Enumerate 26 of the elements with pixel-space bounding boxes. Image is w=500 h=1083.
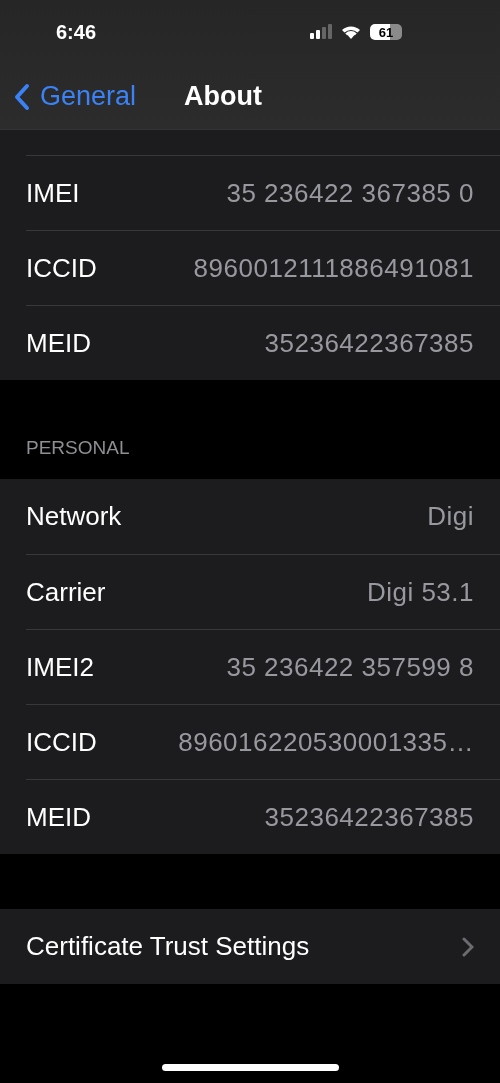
battery-percent: 61 — [378, 24, 394, 40]
row-value: 896016220530001335… — [178, 726, 474, 758]
row-value: 35 236422 357599 8 — [226, 651, 474, 683]
row-value: 35236422367385 — [264, 801, 474, 833]
section-header: PERSONAL — [25, 437, 131, 460]
row-value: 35 236422 367385 0 — [226, 177, 474, 209]
row-value: Digi 53.1 — [366, 576, 474, 608]
row-label: Certificate Trust Settings — [26, 931, 310, 962]
row-label: ICCID — [26, 726, 97, 758]
row-label: Network — [26, 501, 122, 532]
chevron-left-icon — [14, 82, 30, 111]
row-label: IMEI2 — [26, 651, 94, 683]
row-label: MEID — [26, 801, 91, 833]
row-label: MEID — [26, 327, 91, 359]
row-label: ICCID — [26, 252, 97, 284]
row-label: IMEI — [26, 177, 80, 209]
signal-icon — [310, 24, 332, 40]
row-value: Digi — [427, 501, 474, 532]
row-value: 35236422367385 — [264, 327, 474, 359]
wifi-icon — [340, 24, 362, 40]
chevron-right-icon — [462, 936, 474, 957]
row-label: Carrier — [26, 576, 106, 608]
status-time: 6:46 — [56, 20, 97, 44]
back-button[interactable]: General — [14, 81, 137, 112]
page-title: About — [184, 81, 263, 112]
row-value: 8960012111886491081 — [193, 252, 474, 284]
